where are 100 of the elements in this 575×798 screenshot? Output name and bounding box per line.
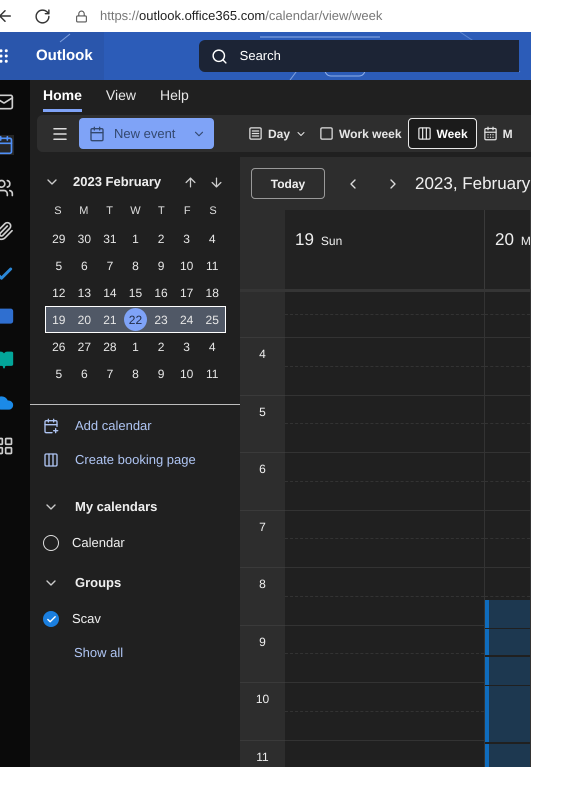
date-cell[interactable]: 20 — [72, 308, 96, 331]
calendar-plus-icon — [43, 418, 59, 434]
weekday-label: W — [129, 204, 142, 220]
section-header[interactable]: My calendars — [43, 497, 240, 517]
search-placeholder: Search — [240, 47, 281, 66]
work-week-icon — [319, 126, 334, 141]
date-cell[interactable]: 19 — [47, 308, 70, 331]
lock-icon — [75, 10, 88, 22]
view-button[interactable]: Day — [242, 118, 314, 149]
selected-week-row[interactable]: 19 20 21 22 23 24 25 — [45, 306, 226, 333]
date-cell[interactable]: 9 — [150, 362, 173, 385]
date-cell[interactable]: 1 — [124, 335, 147, 358]
date-cell[interactable]: 3 — [175, 335, 198, 358]
date-cell[interactable]: 2 — [150, 335, 173, 358]
date-cell[interactable]: 25 — [200, 308, 224, 331]
day-view-icon — [248, 126, 263, 141]
check-icon — [46, 614, 56, 624]
week-view-icon — [416, 126, 432, 141]
date-cell[interactable]: 7 — [98, 254, 122, 277]
arrow-down-icon[interactable] — [209, 174, 224, 190]
date-cell[interactable]: 11 — [200, 362, 224, 385]
date-cell[interactable]: 1 — [124, 227, 147, 250]
view-button[interactable]: Work week — [313, 118, 408, 149]
weekday-label: T — [156, 204, 166, 220]
date-range-title: 2023, February — [415, 172, 530, 195]
show-all-link[interactable]: Show all — [74, 643, 124, 662]
weekday-label: M — [78, 204, 90, 220]
weekday-label: S — [53, 204, 63, 220]
date-cell[interactable]: 24 — [175, 308, 198, 331]
date-cell[interactable]: 27 — [72, 335, 96, 358]
date-cell[interactable]: 23 — [150, 308, 173, 331]
date-cell[interactable]: 8 — [124, 362, 147, 385]
date-cell[interactable]: 13 — [72, 281, 96, 304]
book-icon[interactable] — [0, 350, 14, 370]
date-cell[interactable]: 28 — [98, 335, 122, 358]
new-event-button[interactable]: New event — [79, 118, 214, 149]
date-cell[interactable]: 21 — [98, 308, 122, 331]
date-cell[interactable]: 6 — [72, 362, 96, 385]
date-cell[interactable]: 17 — [175, 281, 198, 304]
date-cell[interactable]: 10 — [175, 362, 198, 385]
day-header: 20 M — [485, 210, 531, 289]
date-cell[interactable]: 14 — [98, 281, 122, 304]
date-cell[interactable]: 16 — [150, 281, 173, 304]
hour-label: 5 — [259, 404, 266, 418]
calendar-icon — [89, 126, 105, 142]
hour-label: 10 — [256, 691, 270, 705]
day-header: 19 Sun — [285, 210, 485, 289]
people-icon[interactable] — [0, 178, 14, 198]
add-calendar-link[interactable]: Add calendar — [43, 416, 240, 436]
date-cell[interactable]: 6 — [72, 254, 96, 277]
hour-label: 6 — [259, 461, 266, 475]
ribbon-tab[interactable]: View — [106, 80, 136, 112]
date-cell[interactable]: 8 — [124, 254, 147, 277]
search-icon — [210, 48, 228, 64]
hour-label: 7 — [259, 518, 266, 532]
date-cell[interactable]: 4 — [200, 335, 224, 358]
view-button[interactable]: M — [476, 118, 519, 149]
date-cell[interactable]: 9 — [150, 254, 173, 277]
date-cell[interactable]: 2 — [150, 227, 173, 250]
paperclip-icon[interactable] — [0, 221, 14, 241]
booking-icon — [43, 452, 59, 468]
section-header[interactable]: Groups — [43, 573, 240, 593]
month-view-icon — [482, 126, 498, 141]
date-cell[interactable]: 7 — [98, 362, 122, 385]
weekday-label: F — [182, 204, 192, 220]
date-cell[interactable]: 5 — [47, 254, 70, 277]
date-cell[interactable]: 11 — [200, 254, 224, 277]
ribbon-tab[interactable]: Help — [160, 80, 189, 112]
view-button[interactable]: Week — [408, 118, 477, 149]
hour-label: 9 — [259, 634, 266, 648]
today-button[interactable]: Today — [251, 168, 325, 199]
date-cell[interactable]: 26 — [47, 335, 70, 358]
calendar-checkbox[interactable] — [43, 535, 59, 551]
mail-icon[interactable] — [0, 92, 14, 112]
hour-label: 4 — [259, 346, 266, 360]
reload-icon[interactable] — [34, 8, 51, 24]
month-title[interactable]: 2023 February — [73, 172, 162, 192]
date-cell[interactable]: 18 — [200, 281, 224, 304]
apps-icon[interactable] — [0, 436, 14, 456]
booking-page-link[interactable]: Create booking page — [43, 450, 240, 470]
date-cell[interactable]: 10 — [175, 254, 198, 277]
search-field[interactable]: Search — [198, 40, 519, 72]
date-cell[interactable]: 3 — [175, 227, 198, 250]
date-cell[interactable]: 22 — [124, 308, 147, 331]
hour-label: 11 — [256, 748, 269, 762]
date-cell[interactable]: 29 — [47, 227, 70, 250]
date-cell[interactable]: 4 — [200, 227, 224, 250]
ribbon-tab[interactable]: Home — [43, 80, 82, 112]
calendar-name[interactable]: Calendar — [72, 533, 125, 553]
date-cell[interactable]: 12 — [47, 281, 70, 304]
calendar-icon[interactable] — [0, 135, 14, 155]
date-cell[interactable]: 30 — [72, 227, 96, 250]
calendar-name[interactable]: Scav — [72, 609, 101, 629]
date-cell[interactable]: 5 — [47, 362, 70, 385]
date-cell[interactable]: 15 — [124, 281, 147, 304]
calendar-checkbox[interactable] — [43, 611, 59, 627]
hour-label: 8 — [259, 576, 266, 590]
date-cell[interactable]: 31 — [98, 227, 122, 250]
weekday-label: S — [208, 204, 218, 220]
back-icon[interactable] — [0, 7, 14, 25]
